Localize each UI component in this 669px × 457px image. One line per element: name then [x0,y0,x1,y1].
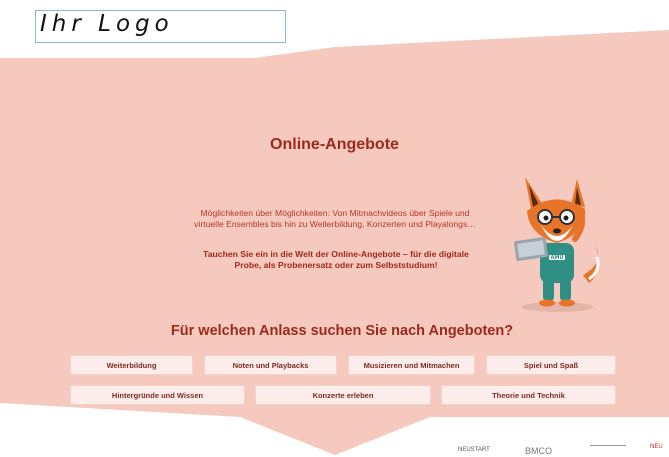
filter-button-noten-playbacks[interactable]: Noten und Playbacks [204,355,337,375]
question-heading: Für welchen Anlass suchen Sie nach Angeb… [170,323,514,339]
filter-button-weiterbildung[interactable]: Weiterbildung [70,355,193,375]
filter-button-hintergruende[interactable]: Hintergründe und Wissen [70,385,245,405]
filter-button-konzerte[interactable]: Konzerte erleben [255,385,431,405]
main-content: Online-Angebote Möglichkeiten über Mögli… [0,0,669,457]
mascot-shirt-label: AMU [551,255,564,261]
cta-text: Tauchen Sie ein in die Welt der Online-A… [203,249,469,270]
filter-button-theorie-technik[interactable]: Theorie und Technik [441,385,616,405]
page-title: Online-Angebote [270,136,399,153]
fox-mascot-illustration: AMU [514,177,600,312]
neustart-logo: NEUSTART [458,447,490,453]
sponsor-logos: NEUSTART BMCO NEU [450,440,669,457]
intro-text: Möglichkeiten über Möglichkeiten: Von Mi… [194,208,476,229]
partner-logo [590,445,626,454]
filter-button-spiel-spass[interactable]: Spiel und Spaß [486,355,616,375]
neu-logo: NEU [650,444,663,450]
bmco-logo: BMCO [525,446,552,456]
filter-button-musizieren[interactable]: Musizieren und Mitmachen [348,355,475,375]
